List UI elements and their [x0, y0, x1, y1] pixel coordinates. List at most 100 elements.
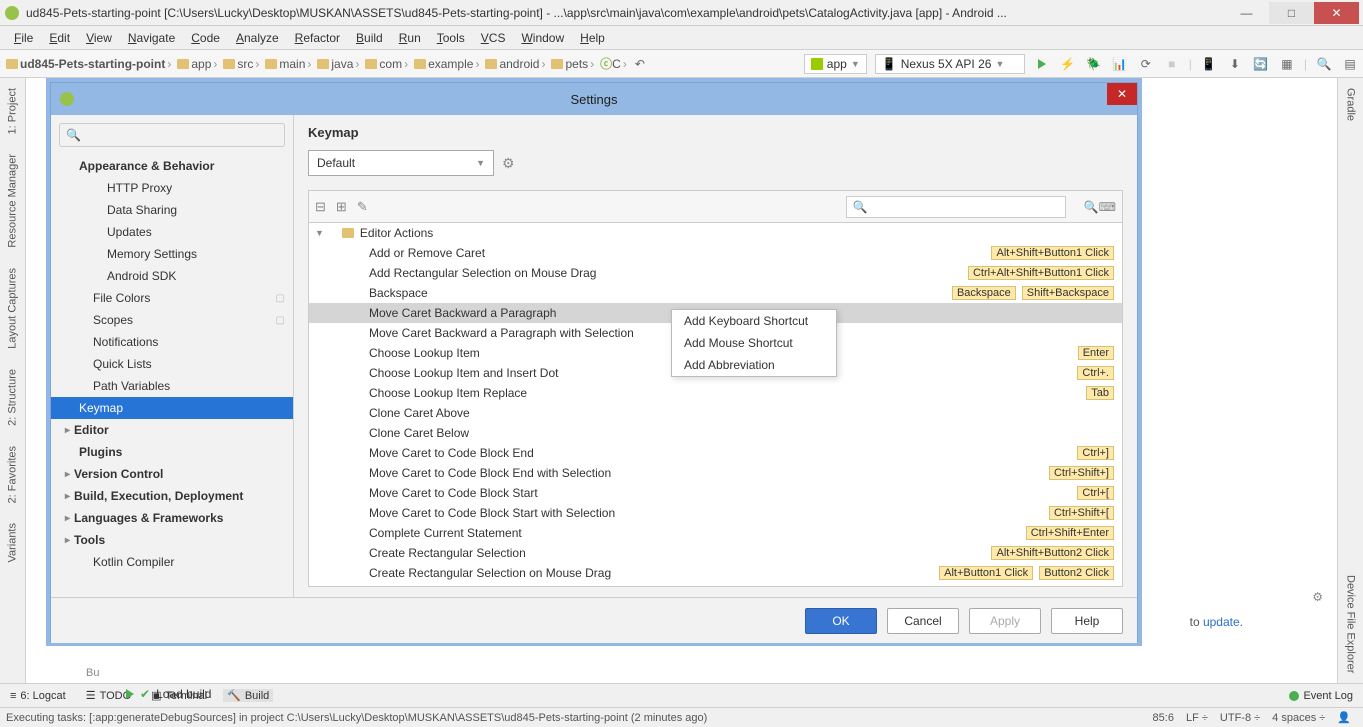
nav-build[interactable]: Build, Execution, Deployment [51, 485, 293, 507]
tab-build[interactable]: 🔨Build [223, 689, 273, 702]
action-row[interactable]: Choose Lookup Item ReplaceTab [309, 383, 1122, 403]
nav-android-sdk[interactable]: Android SDK [51, 265, 293, 287]
tab-device-file-explorer[interactable]: Device File Explorer [1338, 565, 1363, 683]
breadcrumb-java[interactable]: java [315, 57, 363, 71]
action-row[interactable]: Move Caret to Code Block EndCtrl+] [309, 443, 1122, 463]
tab-resource-manager[interactable]: Resource Manager [0, 144, 25, 258]
run-config-selector[interactable]: app▼ [804, 54, 867, 74]
menu-view[interactable]: View [78, 31, 120, 45]
nav-keymap[interactable]: Keymap [51, 397, 293, 419]
menu-tools[interactable]: Tools [429, 31, 473, 45]
indent-setting[interactable]: 4 spaces ÷ [1266, 712, 1331, 724]
menu-navigate[interactable]: Navigate [120, 31, 183, 45]
menu-window[interactable]: Window [513, 31, 572, 45]
tab-logcat[interactable]: ≡6: Logcat [6, 690, 70, 702]
menu-build[interactable]: Build [348, 31, 391, 45]
close-button[interactable]: ✕ [1314, 2, 1359, 24]
tree-root-editor-actions[interactable]: Editor Actions [309, 223, 1122, 243]
action-row[interactable]: Move Caret to Code Block Start with Sele… [309, 503, 1122, 523]
update-link[interactable]: update [1203, 615, 1240, 629]
collapse-all-icon[interactable]: ⊞ [336, 199, 347, 215]
tab-event-log[interactable]: Event Log [1285, 690, 1357, 702]
layout-icon[interactable]: ▦ [1278, 55, 1296, 73]
nav-languages[interactable]: Languages & Frameworks [51, 507, 293, 529]
action-row[interactable]: Move Caret to Code Block StartCtrl+[ [309, 483, 1122, 503]
nav-back-icon[interactable]: ↶ [631, 55, 649, 73]
file-encoding[interactable]: UTF-8 ÷ [1214, 712, 1266, 724]
breadcrumb-src[interactable]: src [221, 57, 263, 71]
settings-search-input[interactable]: 🔍 [59, 123, 285, 147]
action-row[interactable]: Complete Current StatementCtrl+Shift+Ent… [309, 523, 1122, 543]
nav-kotlin-compiler[interactable]: Kotlin Compiler [51, 551, 293, 573]
tab-gradle[interactable]: Gradle [1338, 78, 1363, 131]
nav-version-control[interactable]: Version Control [51, 463, 293, 485]
menu-edit[interactable]: Edit [41, 31, 78, 45]
maximize-button[interactable]: □ [1269, 2, 1314, 24]
tab-layout-captures[interactable]: Layout Captures [0, 258, 25, 359]
ctx-add-mouse-shortcut[interactable]: Add Mouse Shortcut [672, 332, 836, 354]
inspection-icon[interactable]: 👤 [1331, 711, 1357, 724]
expand-all-icon[interactable]: ⊟ [315, 199, 326, 215]
action-row[interactable]: Clone Caret Below [309, 423, 1122, 443]
ok-button[interactable]: OK [805, 608, 877, 634]
breadcrumb-class[interactable]: ⓒC [598, 55, 631, 72]
breadcrumb-root[interactable]: ud845-Pets-starting-point [4, 57, 175, 71]
stop-icon[interactable]: ■ [1163, 55, 1181, 73]
gear-icon[interactable]: ⚙ [1312, 590, 1323, 604]
nav-plugins[interactable]: Plugins [51, 441, 293, 463]
profiler-icon[interactable]: 📊 [1111, 55, 1129, 73]
action-row[interactable]: Add Rectangular Selection on Mouse DragC… [309, 263, 1122, 283]
nav-memory[interactable]: Memory Settings [51, 243, 293, 265]
menu-run[interactable]: Run [391, 31, 429, 45]
breadcrumb-app[interactable]: app [175, 57, 221, 71]
menu-refactor[interactable]: Refactor [287, 31, 348, 45]
nav-editor[interactable]: Editor [51, 419, 293, 441]
caret-position[interactable]: 85:6 [1147, 712, 1180, 724]
cancel-button[interactable]: Cancel [887, 608, 959, 634]
tab-favorites[interactable]: 2: Favorites [0, 436, 25, 513]
breadcrumb-android[interactable]: android [483, 57, 549, 71]
gear-icon[interactable]: ⚙ [502, 155, 515, 172]
breadcrumb-pets[interactable]: pets [549, 57, 598, 71]
nav-appearance[interactable]: Appearance & Behavior [51, 155, 293, 177]
settings-icon[interactable]: ▤ [1341, 55, 1359, 73]
breadcrumb-com[interactable]: com [363, 57, 412, 71]
nav-notifications[interactable]: Notifications [51, 331, 293, 353]
action-search-input[interactable]: 🔍 [846, 196, 1066, 218]
line-separator[interactable]: LF ÷ [1180, 712, 1214, 724]
action-row[interactable]: Create Rectangular SelectionAlt+Shift+Bu… [309, 543, 1122, 563]
debug-icon[interactable]: 🪲 [1085, 55, 1103, 73]
nav-file-colors[interactable]: File Colors▢ [51, 287, 293, 309]
help-button[interactable]: Help [1051, 608, 1123, 634]
sync-icon[interactable]: 🔄 [1252, 55, 1270, 73]
nav-updates[interactable]: Updates [51, 221, 293, 243]
action-row[interactable]: Add or Remove CaretAlt+Shift+Button1 Cli… [309, 243, 1122, 263]
nav-tools[interactable]: Tools [51, 529, 293, 551]
apply-changes-icon[interactable]: ⚡ [1059, 55, 1077, 73]
run-button[interactable] [1033, 55, 1051, 73]
nav-data-sharing[interactable]: Data Sharing [51, 199, 293, 221]
edit-shortcut-icon[interactable]: ✎ [357, 199, 368, 215]
minimize-button[interactable]: — [1224, 2, 1269, 24]
sdk-manager-icon[interactable]: ⬇ [1226, 55, 1244, 73]
avd-manager-icon[interactable]: 📱 [1200, 55, 1218, 73]
action-row[interactable]: Move Caret to Code Block End with Select… [309, 463, 1122, 483]
dialog-close-button[interactable]: ✕ [1107, 83, 1137, 105]
menu-vcs[interactable]: VCS [473, 31, 514, 45]
menu-file[interactable]: File [6, 31, 41, 45]
device-selector[interactable]: 📱Nexus 5X API 26▼ [875, 54, 1025, 74]
action-row[interactable]: Clone Caret Above [309, 403, 1122, 423]
action-row[interactable]: BackspaceBackspaceShift+Backspace [309, 283, 1122, 303]
nav-path-variables[interactable]: Path Variables [51, 375, 293, 397]
breadcrumb-example[interactable]: example [412, 57, 483, 71]
search-everywhere-icon[interactable]: 🔍 [1315, 55, 1333, 73]
breadcrumb-main[interactable]: main [263, 57, 315, 71]
nav-quick-lists[interactable]: Quick Lists [51, 353, 293, 375]
tab-project[interactable]: 1: Project [0, 78, 25, 144]
nav-scopes[interactable]: Scopes▢ [51, 309, 293, 331]
attach-debugger-icon[interactable]: ⟳ [1137, 55, 1155, 73]
find-by-shortcut-icon[interactable]: 🔍⌨ [1084, 200, 1116, 214]
menu-analyze[interactable]: Analyze [228, 31, 287, 45]
action-row[interactable]: Create Rectangular Selection on Mouse Dr… [309, 563, 1122, 583]
menu-code[interactable]: Code [183, 31, 228, 45]
